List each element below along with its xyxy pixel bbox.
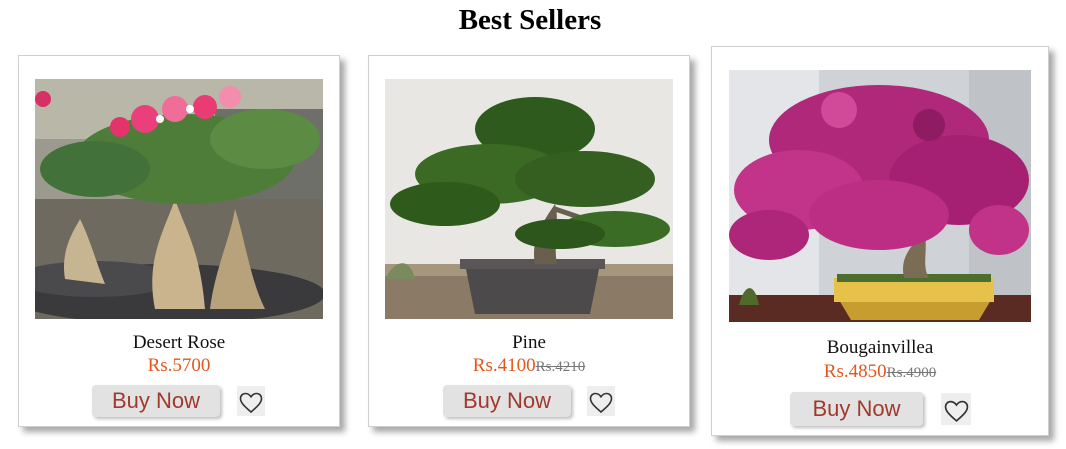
wishlist-button[interactable] bbox=[237, 386, 265, 416]
product-price: Rs.4850 bbox=[823, 361, 887, 382]
heart-icon bbox=[944, 400, 968, 422]
product-name[interactable]: Bougainvillea bbox=[712, 337, 1048, 359]
product-price: Rs.4100 bbox=[472, 355, 536, 376]
product-card-bougainvillea: Bougainvillea Rs.4850Rs.4900 Buy Now bbox=[711, 46, 1049, 436]
heart-icon bbox=[239, 392, 263, 414]
product-image-bougainvillea[interactable] bbox=[729, 70, 1031, 322]
heart-icon bbox=[589, 392, 613, 414]
buy-now-button[interactable]: Buy Now bbox=[443, 385, 571, 417]
price-row: Rs.4850Rs.4900 bbox=[712, 361, 1048, 383]
price-row: Rs.4100Rs.4210 bbox=[369, 355, 689, 377]
wishlist-button[interactable] bbox=[587, 386, 615, 416]
product-image-desert-rose[interactable] bbox=[35, 79, 323, 319]
section-title: Best Sellers bbox=[458, 4, 602, 36]
product-image-pine[interactable] bbox=[385, 79, 673, 319]
product-price: Rs.5700 bbox=[147, 355, 211, 376]
product-old-price: Rs.4900 bbox=[886, 365, 937, 381]
wishlist-button[interactable] bbox=[941, 393, 971, 425]
product-card-desert-rose: Desert Rose Rs.5700 Buy Now bbox=[18, 55, 340, 427]
product-old-price: Rs.4210 bbox=[535, 359, 586, 375]
price-row: Rs.5700 bbox=[19, 355, 339, 377]
product-name[interactable]: Pine bbox=[369, 332, 689, 354]
product-name[interactable]: Desert Rose bbox=[19, 332, 339, 354]
product-card-pine: Pine Rs.4100Rs.4210 Buy Now bbox=[368, 55, 690, 427]
buy-now-button[interactable]: Buy Now bbox=[92, 385, 220, 417]
buy-now-button[interactable]: Buy Now bbox=[790, 392, 923, 426]
